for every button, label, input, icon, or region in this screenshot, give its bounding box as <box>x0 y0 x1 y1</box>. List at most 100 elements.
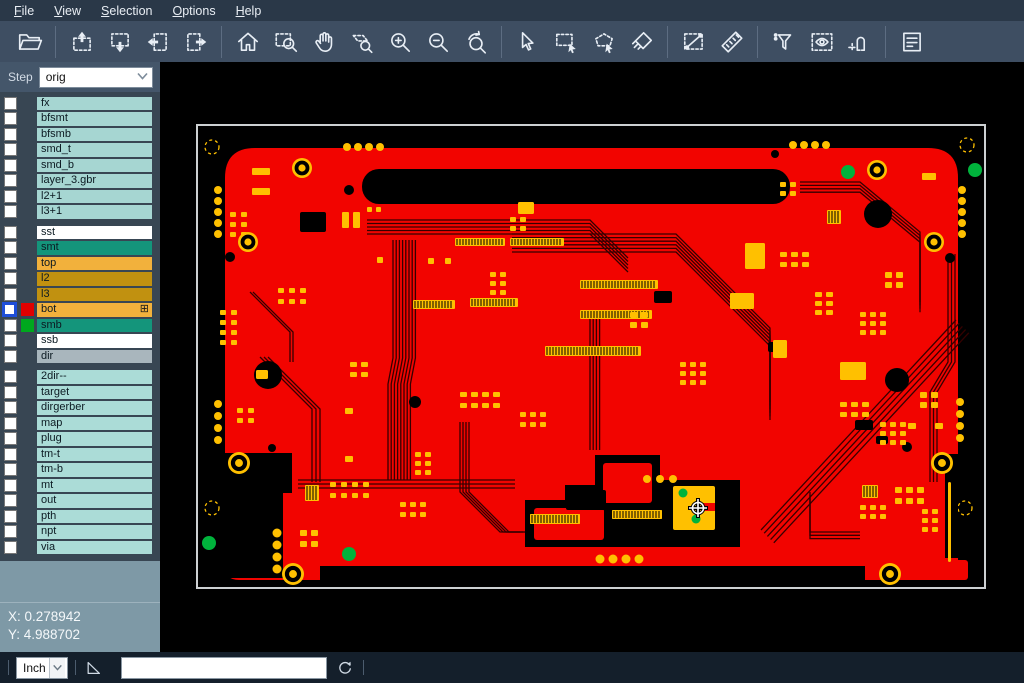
layer-label-smt[interactable]: smt <box>37 241 152 255</box>
layer-checkbox-sst[interactable] <box>4 226 17 239</box>
layer-checkbox-out[interactable] <box>4 494 17 507</box>
layer-label-out[interactable]: out <box>37 494 152 508</box>
pcb-drawing <box>160 62 1024 652</box>
zoom-window-button[interactable] <box>272 28 299 55</box>
layer-checkbox-smd_b[interactable] <box>4 159 17 172</box>
layer-checkbox-l3+1[interactable] <box>4 205 17 218</box>
layer-label-bot[interactable]: bot⊞ <box>37 303 152 317</box>
layer-checkbox-2dir--[interactable] <box>4 370 17 383</box>
layer-color-swatch <box>21 432 34 445</box>
layer-checkbox-tm-t[interactable] <box>4 448 17 461</box>
zoom-in-button[interactable] <box>386 28 413 55</box>
filter-button[interactable] <box>770 28 797 55</box>
layer-checkbox-smd_t[interactable] <box>4 143 17 156</box>
layer-checkbox-plug[interactable] <box>4 432 17 445</box>
layer-label-mt[interactable]: mt <box>37 479 152 493</box>
layer-label-plug[interactable]: plug <box>37 432 152 446</box>
layer-checkbox-npt[interactable] <box>4 525 17 538</box>
home-button[interactable] <box>234 28 261 55</box>
layer-label-bfsmt[interactable]: bfsmt <box>37 112 152 126</box>
measure-distance-button[interactable] <box>680 28 707 55</box>
layer-checkbox-smt[interactable] <box>4 241 17 254</box>
pan-down-button[interactable] <box>106 28 133 55</box>
layer-checkbox-top[interactable] <box>4 257 17 270</box>
clean-brush-button[interactable] <box>628 28 655 55</box>
menu-item-options[interactable]: Options <box>162 2 225 20</box>
pan-hand-button[interactable] <box>310 28 337 55</box>
layer-checkbox-l2+1[interactable] <box>4 190 17 203</box>
layer-checkbox-map[interactable] <box>4 417 17 430</box>
layer-checkbox-l2[interactable] <box>4 272 17 285</box>
layer-label-top[interactable]: top <box>37 257 152 271</box>
layer-label-l2[interactable]: l2 <box>37 272 152 286</box>
layer-label-npt[interactable]: npt <box>37 525 152 539</box>
layer-label-target[interactable]: target <box>37 386 152 400</box>
ruler-button[interactable] <box>718 28 745 55</box>
layer-label-bfsmb[interactable]: bfsmb <box>37 128 152 142</box>
layer-checkbox-layer_3.gbr[interactable] <box>4 174 17 187</box>
layer-checkbox-mt[interactable] <box>4 479 17 492</box>
layer-color-swatch <box>21 350 34 363</box>
layer-checkbox-bfsmb[interactable] <box>4 128 17 141</box>
layer-checkbox-smb[interactable] <box>4 319 17 332</box>
pcb-canvas[interactable] <box>160 62 1024 652</box>
layer-panel-button[interactable] <box>898 28 925 55</box>
layer-label-fx[interactable]: fx <box>37 97 152 111</box>
select-rect-icon <box>553 29 579 55</box>
layer-checkbox-ssb[interactable] <box>4 334 17 347</box>
layer-row-ssb: ssb <box>0 334 160 349</box>
menu-item-help[interactable]: Help <box>226 2 272 20</box>
layer-checkbox-fx[interactable] <box>4 97 17 110</box>
layer-color-swatch <box>21 226 34 239</box>
select-polygon-button[interactable] <box>590 28 617 55</box>
open-folder-button[interactable] <box>16 28 43 55</box>
layer-label-smd_t[interactable]: smd_t <box>37 143 152 157</box>
layer-checkbox-target[interactable] <box>4 386 17 399</box>
layer-label-l3+1[interactable]: l3+1 <box>37 205 152 219</box>
layer-checkbox-pth[interactable] <box>4 510 17 523</box>
layer-label-dir[interactable]: dir <box>37 350 152 364</box>
layer-checkbox-l3[interactable] <box>4 288 17 301</box>
pan-right-button[interactable] <box>182 28 209 55</box>
layer-checkbox-bot[interactable] <box>2 302 17 317</box>
layer-label-via[interactable]: via <box>37 541 152 555</box>
layer-row-target: target <box>0 385 160 400</box>
menu-item-file[interactable]: File <box>4 2 44 20</box>
layer-checkbox-tm-b[interactable] <box>4 463 17 476</box>
select-rect-button[interactable] <box>552 28 579 55</box>
layer-label-l3[interactable]: l3 <box>37 288 152 302</box>
command-input[interactable] <box>121 657 327 679</box>
layer-label-ssb[interactable]: ssb <box>37 334 152 348</box>
snap-button[interactable] <box>846 28 873 55</box>
layer-label-2dir--[interactable]: 2dir-- <box>37 370 152 384</box>
coordinate-readout: X: 0.278942 Y: 4.988702 <box>0 602 160 652</box>
layer-label-smd_b[interactable]: smd_b <box>37 159 152 173</box>
zoom-drag-button[interactable] <box>348 28 375 55</box>
layer-label-dirgerber[interactable]: dirgerber <box>37 401 152 415</box>
layer-label-layer_3.gbr[interactable]: layer_3.gbr <box>37 174 152 188</box>
layer-label-pth[interactable]: pth <box>37 510 152 524</box>
zoom-previous-button[interactable] <box>462 28 489 55</box>
layer-label-tm-t[interactable]: tm-t <box>37 448 152 462</box>
layer-label-smb[interactable]: smb <box>37 319 152 333</box>
layer-checkbox-dir[interactable] <box>4 350 17 363</box>
layer-checkbox-via[interactable] <box>4 541 17 554</box>
corner-measure-icon[interactable] <box>83 657 105 679</box>
view-area-button[interactable] <box>808 28 835 55</box>
zoom-out-button[interactable] <box>424 28 451 55</box>
layer-row-tm-t: tm-t <box>0 447 160 462</box>
pan-left-button[interactable] <box>144 28 171 55</box>
layer-checkbox-bfsmt[interactable] <box>4 112 17 125</box>
menu-item-view[interactable]: View <box>44 2 91 20</box>
layer-label-l2+1[interactable]: l2+1 <box>37 190 152 204</box>
pan-up-button[interactable] <box>68 28 95 55</box>
select-cursor-button[interactable] <box>514 28 541 55</box>
unit-dropdown[interactable]: Inch <box>16 657 68 679</box>
step-dropdown[interactable]: orig <box>39 67 153 88</box>
layer-checkbox-dirgerber[interactable] <box>4 401 17 414</box>
layer-label-tm-b[interactable]: tm-b <box>37 463 152 477</box>
layer-label-sst[interactable]: sst <box>37 226 152 240</box>
refresh-icon[interactable] <box>334 657 356 679</box>
menu-item-selection[interactable]: Selection <box>91 2 162 20</box>
layer-label-map[interactable]: map <box>37 417 152 431</box>
